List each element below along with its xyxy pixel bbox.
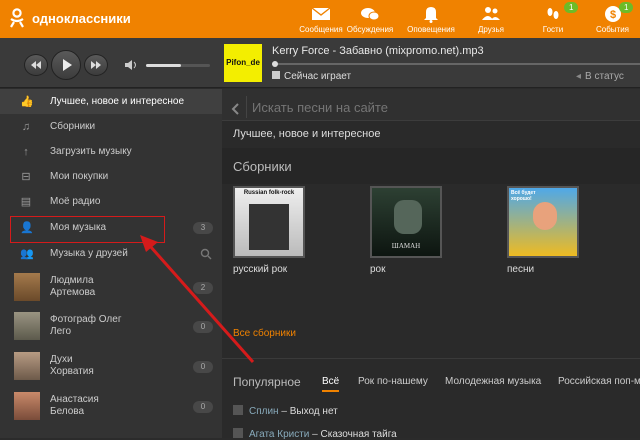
annotation-arrow	[140, 235, 255, 363]
